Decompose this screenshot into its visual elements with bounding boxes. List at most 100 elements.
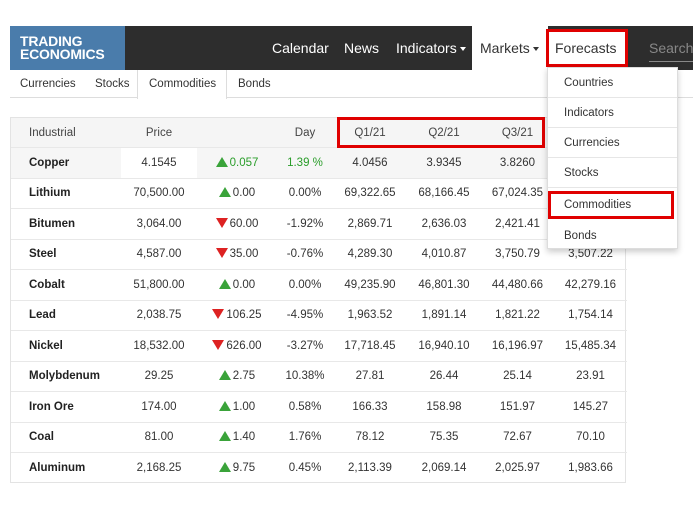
q1-forecast-cell: 27.81 <box>333 360 407 392</box>
header-q1[interactable]: Q1/21 <box>333 117 407 148</box>
price-cell: 2,038.75 <box>121 299 197 331</box>
tab-commodities[interactable]: Commodities <box>137 70 228 99</box>
commodity-name[interactable]: Cobalt <box>11 269 121 300</box>
tab-stocks[interactable]: Stocks <box>95 70 130 98</box>
commodity-name[interactable]: Iron Ore <box>11 391 121 422</box>
header-industrial[interactable]: Industrial <box>11 117 121 148</box>
q1-forecast-cell: 4,289.30 <box>333 238 407 270</box>
day-change-cell: 10.38% <box>277 360 333 392</box>
dropdown-item-countries[interactable]: Countries <box>548 68 677 98</box>
table-row[interactable]: Molybdenum 29.25 2.75 10.38% 27.81 26.44 25.14… <box>11 360 627 392</box>
table-row[interactable]: Iron Ore 174.00 1.00 0.58% 166.33 158.98 151.9… <box>11 391 627 422</box>
q2-forecast-cell: 46,801.30 <box>407 269 481 300</box>
q4-forecast-cell: 42,279.16 <box>554 269 627 300</box>
q3-forecast-cell: 2,421.41 <box>481 208 554 239</box>
q2-forecast-cell: 16,940.10 <box>407 330 481 361</box>
nav-markets[interactable]: Markets <box>472 26 548 70</box>
day-change-cell: 0.45% <box>277 452 333 483</box>
arrow-down-icon <box>215 217 228 228</box>
day-change-cell: 0.00% <box>277 177 333 209</box>
change-cell: 9.75 <box>197 452 277 483</box>
table-row[interactable]: Coal 81.00 1.40 1.76% 78.12 75.35 72.67 70.10 <box>11 421 627 453</box>
table-row[interactable]: Nickel 18,532.00 626.00 -3.27% 17,718.45 16,9… <box>11 330 627 361</box>
commodity-name[interactable]: Aluminum <box>11 452 121 483</box>
price-cell: 4,587.00 <box>121 238 197 270</box>
arrow-up-icon <box>218 462 231 472</box>
table-row[interactable]: Aluminum 2,168.25 9.75 0.45% 2,113.39 2,069.1… <box>11 452 627 483</box>
dropdown-item-bonds[interactable]: Bonds <box>548 221 677 251</box>
header-price[interactable]: Price <box>121 117 197 148</box>
dropdown-item-commodities[interactable]: Commodities <box>548 191 674 219</box>
commodities-table-container: Industrial Price Day Q1/21 Q2/21 Q3/21 C… <box>10 117 627 483</box>
day-change-cell: 0.58% <box>277 391 333 422</box>
tab-bonds[interactable]: Bonds <box>238 70 271 98</box>
price-cell: 4.1545 <box>121 147 197 178</box>
q1-forecast-cell: 78.12 <box>333 421 407 453</box>
table-header-row: Industrial Price Day Q1/21 Q2/21 Q3/21 <box>11 117 627 148</box>
header-q2[interactable]: Q2/21 <box>407 117 481 148</box>
commodity-name[interactable]: Coal <box>11 421 121 453</box>
day-change-cell: 1.39 % <box>277 147 333 178</box>
q1-forecast-cell: 166.33 <box>333 391 407 422</box>
tab-currencies[interactable]: Currencies <box>20 70 76 98</box>
arrow-up-icon <box>218 278 231 289</box>
q2-forecast-cell: 26.44 <box>407 360 481 392</box>
commodity-name[interactable]: Lithium <box>11 177 121 209</box>
price-cell: 2,168.25 <box>121 452 197 483</box>
table-row[interactable]: Cobalt 51,800.00 0.00 0.00% 49,235.90 46,801.… <box>11 269 627 300</box>
price-cell: 18,532.00 <box>121 330 197 361</box>
q3-forecast-cell: 151.97 <box>481 391 554 422</box>
commodity-name[interactable]: Nickel <box>11 330 121 361</box>
header-q3[interactable]: Q3/21 <box>481 117 554 148</box>
change-cell: 0.057 <box>197 147 277 178</box>
change-cell: 35.00 <box>197 238 277 270</box>
table-row[interactable]: Lead 2,038.75 106.25 -4.95% 1,963.52 1,891.14… <box>11 299 627 331</box>
commodity-name[interactable]: Lead <box>11 299 121 331</box>
q4-forecast-cell: 23.91 <box>554 360 627 392</box>
table-row[interactable]: Bitumen 3,064.00 60.00 -1.92% 2,869.71 2,636.… <box>11 208 627 239</box>
nav-news[interactable]: News <box>344 26 379 70</box>
change-cell: 2.75 <box>197 360 277 392</box>
commodity-name[interactable]: Steel <box>11 238 121 270</box>
q3-forecast-cell: 1,821.22 <box>481 299 554 331</box>
price-cell: 3,064.00 <box>121 208 197 239</box>
caret-down-icon <box>532 47 539 51</box>
day-change-cell: 0.00% <box>277 269 333 300</box>
dropdown-item-stocks[interactable]: Stocks <box>548 158 677 188</box>
q3-forecast-cell: 72.67 <box>481 421 554 453</box>
dropdown-item-indicators[interactable]: Indicators <box>548 98 677 128</box>
q4-forecast-cell: 15,485.34 <box>554 330 627 361</box>
nav-indicators[interactable]: Indicators <box>396 26 466 70</box>
change-cell: 626.00 <box>197 330 277 361</box>
arrow-up-icon <box>218 187 231 198</box>
trading-economics-logo[interactable]: TRADING ECONOMICS <box>10 26 125 70</box>
commodity-name[interactable]: Bitumen <box>11 208 121 239</box>
arrow-up-icon <box>218 431 231 442</box>
table-row[interactable]: Lithium 70,500.00 0.00 0.00% 69,322.65 68,166… <box>11 177 627 209</box>
table-row[interactable]: Copper 4.1545 0.057 1.39 % 4.0456 3.9345 3.826… <box>11 147 627 178</box>
search-input[interactable]: Search <box>649 36 693 62</box>
q3-forecast-cell: 3.8260 <box>481 147 554 178</box>
q3-forecast-cell: 67,024.35 <box>481 177 554 209</box>
nav-calendar[interactable]: Calendar <box>272 26 329 70</box>
q2-forecast-cell: 2,636.03 <box>407 208 481 239</box>
dropdown-item-currencies[interactable]: Currencies <box>548 128 677 158</box>
table-row[interactable]: Steel 4,587.00 35.00 -0.76% 4,289.30 4,010.87… <box>11 238 627 270</box>
header-change <box>197 117 277 148</box>
q1-forecast-cell: 49,235.90 <box>333 269 407 300</box>
nav-forecasts[interactable]: Forecasts <box>546 29 628 83</box>
price-cell: 70,500.00 <box>121 177 197 209</box>
commodity-name[interactable]: Copper <box>11 147 121 178</box>
q2-forecast-cell: 68,166.45 <box>407 177 481 209</box>
price-cell: 29.25 <box>121 360 197 392</box>
commodity-name[interactable]: Molybdenum <box>11 360 121 392</box>
q3-forecast-cell: 3,750.79 <box>481 238 554 270</box>
q4-forecast-cell: 70.10 <box>554 421 627 453</box>
change-cell: 106.25 <box>197 299 277 331</box>
q4-forecast-cell: 1,983.66 <box>554 452 627 483</box>
q1-forecast-cell: 1,963.52 <box>333 299 407 331</box>
arrow-up-icon <box>215 156 228 167</box>
header-day[interactable]: Day <box>277 117 333 148</box>
q1-forecast-cell: 4.0456 <box>333 147 407 178</box>
logo-line2: ECONOMICS <box>20 46 105 62</box>
